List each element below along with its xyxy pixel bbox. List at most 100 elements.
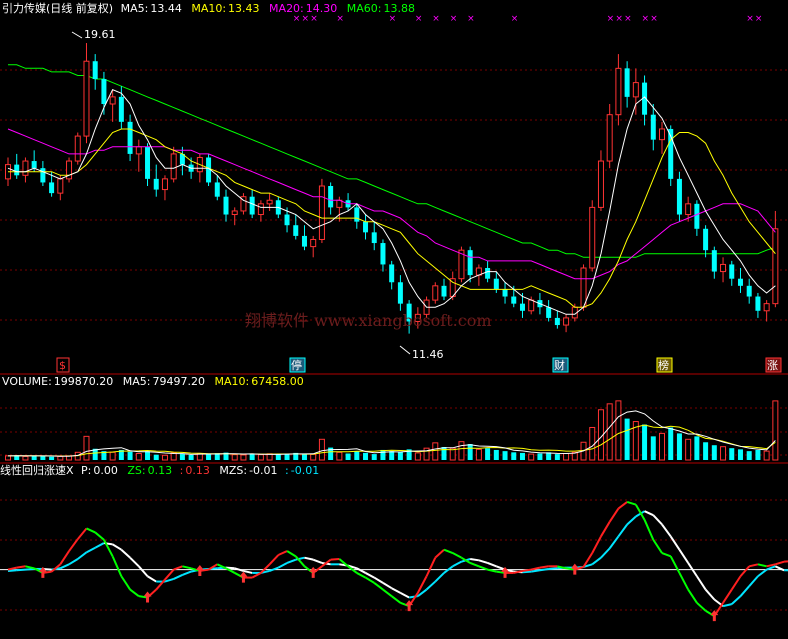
mzs-segment: [304, 556, 314, 561]
candle-body-up: [763, 303, 770, 312]
event-tag-3[interactable]: 财: [552, 357, 569, 373]
event-tag-2[interactable]: 停: [289, 357, 306, 373]
candle-body-down: [127, 121, 133, 154]
mzs-segment: [68, 558, 79, 566]
candle-body-up: [135, 146, 142, 155]
mzs-segment: [120, 548, 131, 559]
high-annotation: 19.61: [71, 28, 116, 41]
mzs-segment: [112, 543, 122, 551]
event-tag-4[interactable]: 榜: [656, 357, 673, 373]
candle-body-up: [266, 199, 273, 205]
volume-bar-down: [40, 456, 46, 460]
zs-segment: [356, 572, 366, 579]
zs-segment: [775, 560, 785, 566]
zs-segment: [425, 557, 437, 577]
mzs-segment: [470, 558, 480, 562]
zs-segment: [608, 507, 620, 523]
volume-bar-up: [22, 455, 29, 461]
vol-ma10-value: 67458.00: [251, 375, 304, 388]
volume-bar-down: [153, 454, 159, 460]
candle-body-down: [214, 182, 220, 197]
x-marker: ×: [293, 14, 301, 24]
candle-body-down: [485, 268, 491, 279]
candle-body-down: [40, 168, 46, 183]
mzs-segment: [286, 558, 297, 564]
volume-bar-down: [493, 449, 499, 460]
x-marker: ×: [301, 14, 309, 24]
zs-value: 0.13: [148, 464, 173, 477]
zs-segment: [722, 588, 733, 604]
mzs-segment: [382, 582, 393, 590]
candle-body-down: [363, 221, 369, 233]
mzs-segment: [669, 535, 681, 551]
x-marker: ×: [615, 14, 623, 24]
zs-segment: [443, 548, 454, 554]
candle-body-down: [467, 250, 473, 276]
mzs-segment: [731, 595, 742, 605]
x-marker: ×: [624, 14, 632, 24]
zs-segment: [669, 555, 681, 574]
zs-segment: [94, 531, 105, 541]
mzs-segment: [487, 562, 497, 568]
ma10-label: MA10:: [191, 2, 226, 15]
zs-segment: [76, 527, 88, 540]
zs-segment: [452, 552, 462, 559]
mzs-segment: [626, 515, 637, 526]
zs-segment: [739, 565, 750, 577]
x-marker: ×: [642, 14, 650, 24]
volume-bar-down: [711, 445, 717, 460]
candle-body-down: [31, 161, 37, 169]
x-marker: ×: [607, 14, 615, 24]
mzs-segment: [608, 535, 620, 549]
zs-segment: [129, 588, 140, 597]
zs-segment: [111, 555, 123, 577]
volume-header: VOLUME: 199870.20 MA5: 79497.20 MA10: 67458…: [2, 375, 304, 388]
event-tag-5[interactable]: 涨: [765, 357, 782, 373]
volume-bar-down: [389, 451, 395, 460]
candle-body-up: [659, 128, 665, 141]
candle-body-down: [354, 207, 360, 222]
volume-bar-down: [380, 449, 386, 460]
volume-bar-up: [109, 451, 116, 461]
volume-bar-down: [345, 453, 351, 460]
x-marker: ×: [467, 14, 475, 24]
mzs-segment: [77, 551, 88, 560]
volume-bar-down: [301, 453, 307, 460]
mzs-segment: [548, 567, 558, 570]
mzs-segment: [661, 523, 672, 538]
zs-segment: [16, 565, 26, 569]
mzs-segment: [7, 569, 17, 572]
ma20-polyline: [7, 128, 776, 280]
mzs-segment: [652, 514, 663, 526]
zs-segment: [784, 560, 788, 563]
volume-bar-up: [57, 455, 64, 461]
candle-body-down: [301, 235, 307, 247]
zs-segment: [382, 588, 393, 597]
volume-bar-up: [310, 453, 317, 461]
volume-bar-down: [703, 442, 709, 460]
stock-title: 引力传媒(日线 前复权): [2, 1, 113, 15]
mzs-segment: [399, 591, 410, 599]
mzs-segment: [356, 567, 366, 574]
volume-bar-down: [249, 454, 255, 460]
mzs-label: MZS:: [219, 464, 247, 477]
mzs-segment: [696, 575, 707, 591]
volume-bar-up: [336, 451, 343, 461]
ma10-value: 13.43: [228, 2, 260, 15]
volume-bar-down: [676, 433, 682, 460]
volume-bar-down: [363, 452, 369, 460]
stock-chart[interactable]: × × × × × × × × × × × × × × × × × 翔博软件 www.xiangbosoft.c…: [0, 0, 788, 639]
mzs-segment: [704, 588, 716, 601]
mzs-segment: [391, 587, 401, 594]
volume-title: VOLUME:: [2, 375, 52, 388]
mzs-segment: [617, 523, 628, 538]
event-tag-1[interactable]: $: [56, 357, 70, 373]
candle-body-down: [746, 285, 752, 297]
volume-bar-down: [275, 454, 281, 460]
candle-body-down: [546, 307, 552, 318]
candle-body-down: [92, 61, 98, 80]
vol-ma5-label: MA5:: [123, 375, 151, 388]
volume-bar-down: [554, 454, 560, 460]
volume-bar-down: [179, 454, 185, 460]
ma60-label: MA60:: [347, 2, 382, 15]
